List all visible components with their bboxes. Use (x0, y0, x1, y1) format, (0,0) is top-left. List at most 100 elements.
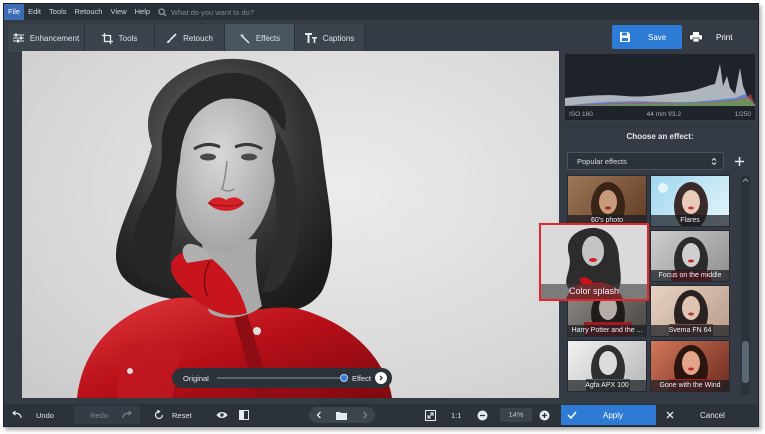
search-placeholder: What do you want to do? (171, 7, 255, 17)
scroll-up-icon[interactable] (742, 177, 749, 183)
chevron-right-icon[interactable] (362, 411, 368, 419)
menu-edit[interactable]: Edit (24, 4, 45, 20)
preview-button[interactable] (216, 406, 228, 424)
zoom-level[interactable]: 14% (500, 408, 532, 422)
effect-thumb[interactable]: 60's photo (567, 175, 647, 227)
tab-captions-label: Captions (322, 33, 355, 43)
plus-icon (734, 156, 744, 166)
effect-thumb[interactable]: Gone with the Wind (650, 340, 730, 392)
zoom-in-button[interactable] (539, 406, 550, 424)
compare-effect-label: Effect (351, 373, 371, 383)
exif-iso: ISO 160 (569, 111, 593, 118)
menu-file[interactable]: File (4, 4, 25, 20)
command-search[interactable]: What do you want to do? (158, 8, 254, 17)
scrollbar-thumb[interactable] (742, 341, 749, 383)
magic-wand-icon (239, 32, 250, 44)
effect-label: Flares (651, 215, 729, 226)
compare-original-label: Original (183, 373, 209, 383)
photo-canvas[interactable]: Original Effect (22, 51, 559, 398)
compare-slider[interactable]: Original Effect (172, 368, 392, 388)
sliders-icon (12, 33, 24, 43)
tab-bar: Enhancement Tools Retouch Effects Captio… (8, 24, 562, 52)
app-window: File Edit Tools Retouch View Help What d… (3, 3, 759, 427)
zoom-out-icon (477, 410, 488, 420)
chevron-right-icon[interactable] (375, 372, 387, 384)
tab-retouch[interactable]: Retouch (155, 24, 225, 52)
effect-thumb[interactable]: Svema FN 64 (650, 285, 730, 337)
effect-label: Agfa APX 100 (568, 380, 646, 391)
navigation-pill (309, 407, 375, 423)
effect-label: Gone with the Wind (651, 380, 729, 391)
folder-icon[interactable] (336, 411, 348, 420)
crop-icon (101, 32, 113, 44)
print-label: Print (716, 32, 733, 42)
tab-retouch-label: Retouch (183, 33, 213, 43)
fit-to-screen-button[interactable] (425, 406, 436, 424)
exif-shutter: 1/250 (734, 111, 751, 118)
compare-track[interactable] (216, 374, 348, 382)
effects-scrollbar[interactable] (741, 175, 750, 395)
redo-icon (122, 411, 132, 419)
effect-thumb[interactable]: Focus on the middle (650, 230, 730, 282)
menu-tools[interactable]: Tools (45, 4, 71, 20)
effect-thumb[interactable]: Flares (650, 175, 730, 227)
exif-lens: 44 mm f/3.2 (646, 111, 681, 118)
histogram-panel: ISO 160 44 mm f/3.2 1/250 (565, 54, 755, 120)
effect-label: Svema FN 64 (651, 325, 729, 336)
cancel-button[interactable]: Cancel (660, 405, 755, 425)
chevron-left-icon[interactable] (316, 411, 322, 419)
menu-help[interactable]: Help (131, 4, 154, 20)
search-icon (158, 7, 167, 17)
updown-arrows-icon (711, 157, 717, 165)
tab-tools[interactable]: Tools (85, 24, 155, 52)
tab-enhancement-label: Enhancement (29, 33, 80, 43)
checkmark-icon (567, 411, 577, 419)
redo-button[interactable]: Redo (74, 406, 140, 424)
reset-button[interactable]: Reset (154, 406, 192, 424)
portrait-photo (77, 58, 392, 398)
close-icon (666, 411, 674, 419)
tab-captions[interactable]: Captions (295, 24, 365, 52)
compare-view-button[interactable] (239, 406, 249, 424)
effects-heading: Choose an effect: (565, 126, 755, 146)
print-button[interactable]: Print (686, 25, 754, 49)
reset-icon (154, 410, 164, 420)
tab-effects[interactable]: Effects (225, 24, 295, 52)
brush-icon (167, 32, 177, 43)
zoom-in-icon (539, 410, 550, 420)
actual-size-button[interactable]: 1:1 (451, 406, 461, 424)
tab-effects-label: Effects (255, 33, 281, 43)
selected-effect-label: Color splash (541, 284, 647, 299)
effect-thumb[interactable]: Agfa APX 100 (567, 340, 647, 392)
bottom-toolbar: Undo Redo Reset 1:1 14% Apply Cancel (4, 404, 758, 426)
menu-bar: File Edit Tools Retouch View Help What d… (4, 4, 758, 20)
apply-label: Apply (603, 410, 624, 420)
reset-label: Reset (172, 410, 192, 420)
apply-button[interactable]: Apply (561, 405, 656, 425)
split-view-icon (239, 410, 249, 420)
redo-label: Redo (90, 410, 108, 420)
printer-icon (690, 32, 702, 42)
eye-icon (216, 412, 228, 418)
histogram-graph (565, 64, 755, 106)
exif-info: ISO 160 44 mm f/3.2 1/250 (565, 111, 755, 118)
menu-retouch[interactable]: Retouch (71, 4, 107, 20)
selected-effect-card[interactable]: Color splash (539, 223, 649, 301)
tab-tools-label: Tools (118, 33, 138, 43)
tab-enhancement[interactable]: Enhancement (8, 24, 85, 52)
compare-thumb[interactable] (339, 374, 348, 382)
tab-spacer (365, 24, 562, 52)
undo-icon (12, 411, 22, 419)
save-button[interactable]: Save (612, 25, 682, 49)
menu-view[interactable]: View (106, 4, 130, 20)
undo-label: Undo (36, 410, 54, 420)
undo-button[interactable]: Undo (12, 406, 54, 424)
floppy-disk-icon (620, 32, 630, 42)
cancel-label: Cancel (700, 410, 725, 420)
add-effect-button[interactable] (731, 153, 747, 169)
save-label: Save (648, 32, 667, 42)
effect-label: Focus on the middle (651, 270, 729, 281)
effect-label: Harry Potter and the ... (568, 325, 646, 336)
effect-category-select[interactable]: Popular effects (567, 152, 724, 170)
zoom-out-button[interactable] (477, 406, 488, 424)
